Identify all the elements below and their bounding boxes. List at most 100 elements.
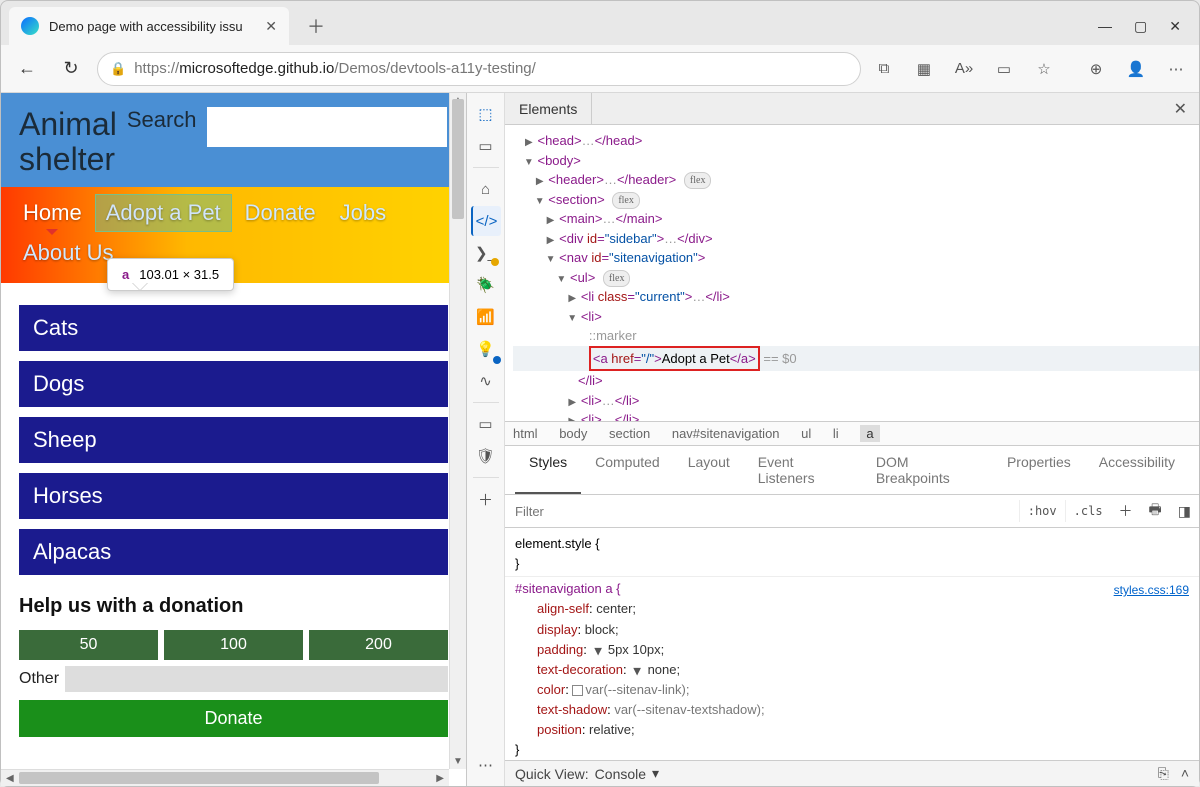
tab-dom-breakpoints[interactable]: DOM Breakpoints — [862, 446, 993, 494]
devtools-activity-bar: ⬚ ▭ ⌂ </> ❯_ 🪲 📶 💡 ∿ ▭ 🛡 ＋ ⋯ — [467, 93, 505, 786]
apps-icon[interactable]: ▦ — [909, 54, 939, 84]
new-style-rule-icon[interactable]: ＋ — [1111, 497, 1141, 525]
donation-heading: Help us with a donation — [19, 595, 448, 618]
nav-donate[interactable]: Donate — [235, 195, 326, 231]
selected-dom-node[interactable]: <a href="/">Adopt a Pet</a> — [589, 346, 760, 372]
memory-panel-icon[interactable]: ∿ — [471, 366, 501, 396]
address-bar[interactable]: 🔒 https://microsoftedge.github.io/Demos/… — [97, 52, 861, 86]
tab-styles[interactable]: Styles — [515, 446, 581, 494]
styles-filter-input[interactable] — [505, 498, 1019, 525]
quick-view-panel[interactable]: Console — [595, 766, 646, 782]
page-header: Animalshelter Search — [1, 93, 466, 187]
search-label: Search — [127, 107, 197, 133]
sidebar-toggle-icon[interactable]: ◨ — [1170, 499, 1199, 524]
browser-tab[interactable]: Demo page with accessibility issu ✕ — [9, 7, 289, 45]
security-panel-icon[interactable]: 🛡 — [471, 441, 501, 471]
maximize-button[interactable]: ▢ — [1134, 18, 1147, 35]
more-tools-icon[interactable]: ⋯ — [471, 750, 501, 780]
category-sheep[interactable]: Sheep — [19, 417, 448, 463]
close-tab-icon[interactable]: ✕ — [265, 18, 277, 35]
welcome-icon[interactable]: ⌂ — [471, 174, 501, 204]
horizontal-scrollbar-thumb[interactable] — [19, 772, 379, 784]
devtools-tabbar: Elements ✕ — [505, 93, 1199, 125]
tab-accessibility[interactable]: Accessibility — [1085, 446, 1189, 494]
refresh-button[interactable]: ↻ — [53, 51, 89, 87]
donate-100[interactable]: 100 — [164, 630, 303, 660]
toggle-hov[interactable]: :hov — [1019, 500, 1065, 522]
favorite-icon[interactable]: ☆ — [1029, 54, 1059, 84]
rule-sitenav-a: styles.css:169 #sitenavigation a { align… — [505, 577, 1199, 760]
category-cats[interactable]: Cats — [19, 305, 448, 351]
vertical-scrollbar-thumb[interactable] — [452, 99, 464, 219]
rule-element-style: element.style { } — [505, 532, 1199, 577]
quick-view-bar[interactable]: Quick View: Console ▾ ⎘ ˄ — [505, 760, 1199, 786]
reader-icon[interactable]: ▭ — [989, 54, 1019, 84]
menu-icon[interactable]: ⋯ — [1161, 54, 1191, 84]
devtools-panel: ⬚ ▭ ⌂ </> ❯_ 🪲 📶 💡 ∿ ▭ 🛡 ＋ ⋯ Elements — [466, 93, 1199, 786]
category-alpacas[interactable]: Alpacas — [19, 529, 448, 575]
elements-panel-icon[interactable]: </> — [471, 206, 501, 236]
donate-button[interactable]: Donate — [19, 700, 448, 737]
vertical-scrollbar[interactable]: ▲ ▼ — [449, 93, 466, 769]
scroll-down-arrow[interactable]: ▼ — [450, 756, 466, 767]
category-dogs[interactable]: Dogs — [19, 361, 448, 407]
search-input[interactable] — [207, 107, 447, 147]
url-text: https://microsoftedge.github.io/Demos/de… — [134, 60, 848, 77]
new-tab-button[interactable]: ＋ — [299, 9, 333, 43]
back-button[interactable]: ← — [9, 51, 45, 87]
tab-title: Demo page with accessibility issu — [49, 19, 255, 34]
window-controls: — ▢ ✕ — [1098, 18, 1199, 35]
quick-view-label: Quick View: — [515, 766, 589, 782]
site-title: Animalshelter — [19, 107, 117, 177]
inspect-tool-icon[interactable]: ⬚ — [471, 99, 501, 129]
edge-favicon — [21, 17, 39, 35]
screenshot-icon[interactable]: ⧉ — [869, 54, 899, 84]
nav-adopt[interactable]: Adopt a Pet — [96, 195, 231, 231]
quick-view-issues-icon[interactable]: ⎘ — [1158, 765, 1169, 782]
other-amount-input[interactable] — [65, 666, 448, 692]
titlebar: Demo page with accessibility issu ✕ ＋ — … — [1, 1, 1199, 45]
tab-computed[interactable]: Computed — [581, 446, 674, 494]
console-panel-icon[interactable]: ❯_ — [471, 238, 501, 268]
element-inspect-tooltip: a 103.01 × 31.5 — [107, 258, 234, 291]
category-horses[interactable]: Horses — [19, 473, 448, 519]
minimize-button[interactable]: — — [1098, 18, 1112, 35]
close-window-button[interactable]: ✕ — [1169, 18, 1181, 35]
dom-breadcrumbs[interactable]: html body section nav#sitenavigation ul … — [505, 421, 1199, 446]
nav-home[interactable]: Home — [13, 195, 92, 231]
network-panel-icon[interactable]: 📶 — [471, 302, 501, 332]
toggle-cls[interactable]: .cls — [1065, 500, 1111, 522]
device-emulation-icon[interactable]: ▭ — [471, 131, 501, 161]
horizontal-scrollbar[interactable]: ◀ ▶ — [1, 769, 449, 786]
tooltip-dimensions: 103.01 × 31.5 — [139, 267, 219, 282]
lock-icon: 🔒 — [110, 61, 126, 77]
tab-properties[interactable]: Properties — [993, 446, 1085, 494]
nav-jobs[interactable]: Jobs — [330, 195, 396, 231]
tooltip-tagname: a — [122, 267, 129, 282]
donate-200[interactable]: 200 — [309, 630, 448, 660]
navigation-bar: ← ↻ 🔒 https://microsoftedge.github.io/De… — [1, 45, 1199, 93]
sources-panel-icon[interactable]: 🪲 — [471, 270, 501, 300]
collections-icon[interactable]: ⊕ — [1081, 54, 1111, 84]
performance-panel-icon[interactable]: 💡 — [471, 334, 501, 364]
profile-icon[interactable]: 👤 — [1121, 54, 1151, 84]
tab-event-listeners[interactable]: Event Listeners — [744, 446, 862, 494]
styles-pane[interactable]: element.style { } styles.css:169 #sitena… — [505, 528, 1199, 760]
devtools-close-icon[interactable]: ✕ — [1162, 99, 1199, 119]
elements-tab[interactable]: Elements — [505, 93, 592, 124]
scroll-left-arrow[interactable]: ◀ — [3, 770, 17, 786]
add-tool-icon[interactable]: ＋ — [471, 484, 501, 514]
dom-tree[interactable]: ▶ <head>…</head> ▼ <body> ▶ <header>…</h… — [505, 125, 1199, 421]
quick-view-collapse-icon[interactable]: ˄ — [1181, 765, 1189, 782]
donation-section: Help us with a donation 50 100 200 Other… — [1, 581, 466, 751]
read-aloud-icon[interactable]: A» — [949, 54, 979, 84]
application-panel-icon[interactable]: ▭ — [471, 409, 501, 439]
tab-layout[interactable]: Layout — [674, 446, 744, 494]
rule-source-link[interactable]: styles.css:169 — [1114, 581, 1189, 600]
scroll-right-arrow[interactable]: ▶ — [433, 770, 447, 786]
toolbar-icons: ⧉ ▦ A» ▭ ☆ ⊕ 👤 ⋯ — [869, 54, 1191, 84]
donate-50[interactable]: 50 — [19, 630, 158, 660]
other-label: Other — [19, 670, 59, 688]
chevron-down-icon[interactable]: ▾ — [652, 765, 659, 782]
computed-mode-icon[interactable]: 🖶 — [1141, 495, 1170, 527]
